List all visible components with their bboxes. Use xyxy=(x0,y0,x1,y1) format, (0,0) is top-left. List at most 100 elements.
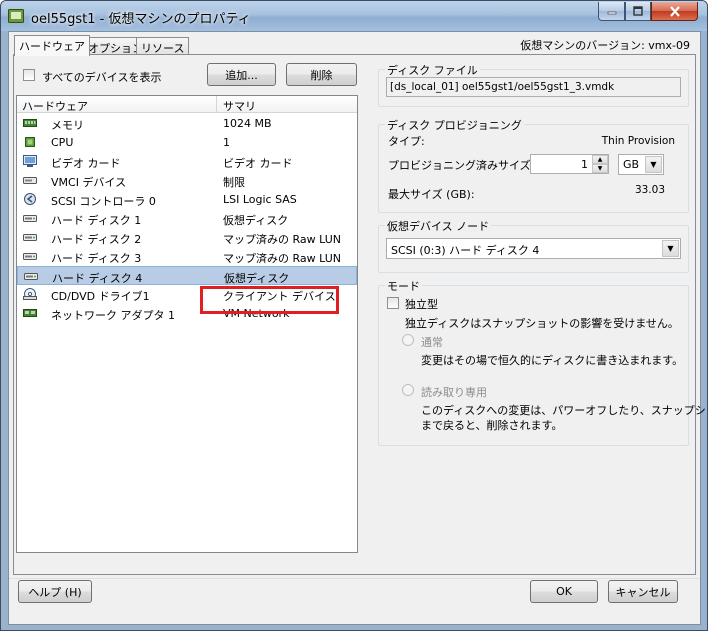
title-bar[interactable]: oel55gst1 - 仮想マシンのプロパティ xyxy=(1,1,707,31)
properties-window: oel55gst1 - 仮想マシンのプロパティ ハードウェア オプション リソー… xyxy=(0,0,708,631)
item-summary: 制限 xyxy=(223,176,245,189)
item-summary: マップ済みの Raw LUN xyxy=(223,252,341,265)
provisioned-size-value: 1 xyxy=(581,158,588,171)
chevron-down-icon: ▼ xyxy=(645,156,662,173)
mode-group: モード 独立型 独立ディスクはスナップショットの影響を受けません。 通常 変更は… xyxy=(378,278,707,446)
max-size-label: 最大サイズ (GB): xyxy=(388,188,475,201)
tab-hardware[interactable]: ハードウェア xyxy=(14,35,90,56)
provisioning-type-value: Thin Provision xyxy=(601,135,675,147)
show-all-devices-label: すべてのデバイスを表示 xyxy=(42,71,162,84)
window-title: oel55gst1 - 仮想マシンのプロパティ xyxy=(31,12,251,27)
list-item-selected[interactable]: ハード ディスク 4 仮想ディスク xyxy=(17,266,357,285)
tab-label: ハードウェア xyxy=(19,40,85,53)
item-name: メモリ xyxy=(51,119,84,132)
spin-up-icon[interactable]: ▲ xyxy=(592,155,608,164)
cd-dvd-drive-icon xyxy=(23,288,37,300)
provisioned-size-stepper[interactable]: 1 ▲ ▼ xyxy=(530,154,609,174)
item-summary: 1 xyxy=(223,136,230,149)
readonly-description-line2: まで戻ると、削除されます。 xyxy=(421,419,563,432)
list-item[interactable]: SCSI コントローラ 0 LSI Logic SAS xyxy=(17,190,357,209)
normal-description: 変更はその場で恒久的にディスクに書き込まれます。 xyxy=(421,354,684,367)
highlight-annotation xyxy=(200,286,339,314)
column-separator[interactable] xyxy=(216,96,217,113)
ok-button[interactable]: OK xyxy=(530,580,598,603)
column-hardware[interactable]: ハードウェア xyxy=(22,98,88,114)
normal-label: 通常 xyxy=(421,336,443,349)
cancel-button-label: キャンセル xyxy=(615,585,671,599)
maximize-button[interactable] xyxy=(625,2,651,21)
vm-version-label: 仮想マシンのバージョン: vmx-09 xyxy=(520,39,690,52)
footer-divider xyxy=(9,578,700,579)
cpu-icon xyxy=(23,136,37,148)
hard-disk-icon xyxy=(23,212,37,224)
memory-icon xyxy=(23,117,37,129)
column-summary[interactable]: サマリ xyxy=(223,98,256,114)
list-item[interactable]: ビデオ カード ビデオ カード xyxy=(17,152,357,171)
item-name: SCSI コントローラ 0 xyxy=(51,195,156,208)
list-item[interactable]: ハード ディスク 3 マップ済みの Raw LUN xyxy=(17,247,357,266)
independent-checkbox[interactable] xyxy=(387,297,399,309)
dialog-body: ハードウェア オプション リソース 仮想マシンのバージョン: vmx-09 すべ… xyxy=(8,31,707,625)
hard-disk-icon xyxy=(24,270,38,282)
item-summary: マップ済みの Raw LUN xyxy=(223,233,341,246)
independent-label: 独立型 xyxy=(405,298,438,311)
disk-provisioning-group: ディスク プロビジョニング タイプ: Thin Provision プロビジョニ… xyxy=(378,117,689,213)
chevron-down-icon: ▼ xyxy=(662,240,679,257)
item-summary: 1024 MB xyxy=(223,117,272,130)
minimize-button[interactable] xyxy=(598,2,625,21)
size-unit-value: GB xyxy=(623,158,640,171)
video-card-icon xyxy=(23,155,37,167)
virtual-device-node-value: SCSI (0:3) ハード ディスク 4 xyxy=(391,244,540,257)
tab-resources[interactable]: リソース xyxy=(136,37,190,55)
item-summary: ビデオ カード xyxy=(223,157,293,170)
hardware-list[interactable]: ハードウェア サマリ メモリ 1024 MB CPU 1 ビデオ カード ビデオ… xyxy=(16,95,358,553)
item-name: ハード ディスク 2 xyxy=(51,233,142,246)
remove-button-label: 削除 xyxy=(310,68,333,82)
ok-button-label: OK xyxy=(556,585,572,598)
disk-provisioning-title: ディスク プロビジョニング xyxy=(385,117,524,133)
disk-file-title: ディスク ファイル xyxy=(385,62,480,78)
spin-down-icon[interactable]: ▼ xyxy=(592,164,608,173)
virtual-device-node-select[interactable]: SCSI (0:3) ハード ディスク 4 ▼ xyxy=(386,238,681,259)
normal-radio[interactable] xyxy=(402,334,414,346)
independent-description: 独立ディスクはスナップショットの影響を受けません。 xyxy=(405,317,679,330)
item-name: VMCI デバイス xyxy=(51,176,127,189)
vmci-device-icon xyxy=(23,174,37,186)
close-icon xyxy=(669,5,680,17)
list-item[interactable]: メモリ 1024 MB xyxy=(17,114,357,133)
item-summary: 仮想ディスク xyxy=(223,214,289,227)
provisioned-size-label: プロビジョニング済みサイズ: xyxy=(388,159,535,172)
maximize-icon xyxy=(633,6,643,16)
readonly-radio[interactable] xyxy=(402,384,414,396)
show-all-devices-checkbox[interactable] xyxy=(23,69,35,81)
item-name: ビデオ カード xyxy=(51,157,121,170)
cancel-button[interactable]: キャンセル xyxy=(608,580,678,603)
list-item[interactable]: ハード ディスク 2 マップ済みの Raw LUN xyxy=(17,228,357,247)
item-name: ネットワーク アダプタ 1 xyxy=(51,309,175,322)
item-summary: 仮想ディスク xyxy=(224,272,290,285)
hardware-tab-panel: すべてのデバイスを表示 追加... 削除 ハードウェア サマリ メモリ 1024… xyxy=(13,54,707,575)
size-unit-select[interactable]: GB ▼ xyxy=(618,154,664,175)
hard-disk-icon xyxy=(23,231,37,243)
list-item[interactable]: CPU 1 xyxy=(17,133,357,152)
close-button[interactable] xyxy=(651,2,698,21)
max-size-value: 33.03 xyxy=(634,184,665,196)
help-button[interactable]: ヘルプ (H) xyxy=(18,580,92,603)
list-item[interactable]: VMCI デバイス 制限 xyxy=(17,171,357,190)
virtual-device-node-title: 仮想デバイス ノード xyxy=(385,218,492,234)
item-name: ハード ディスク 4 xyxy=(52,272,143,285)
virtual-device-node-group: 仮想デバイス ノード SCSI (0:3) ハード ディスク 4 ▼ xyxy=(378,218,689,273)
minimize-icon xyxy=(607,11,616,15)
remove-button[interactable]: 削除 xyxy=(286,63,357,86)
item-name: CPU xyxy=(51,136,74,149)
hard-disk-icon xyxy=(23,250,37,262)
item-name: ハード ディスク 3 xyxy=(51,252,142,265)
add-button[interactable]: 追加... xyxy=(207,63,276,86)
vm-icon xyxy=(8,9,24,23)
list-item[interactable]: ハード ディスク 1 仮想ディスク xyxy=(17,209,357,228)
disk-file-path-field[interactable]: [ds_local_01] oel55gst1/oel55gst1_3.vmdk xyxy=(386,77,681,97)
scsi-controller-icon xyxy=(23,193,37,205)
item-name: ハード ディスク 1 xyxy=(51,214,142,227)
list-header: ハードウェア サマリ xyxy=(17,96,357,113)
readonly-label: 読み取り専用 xyxy=(421,386,487,399)
